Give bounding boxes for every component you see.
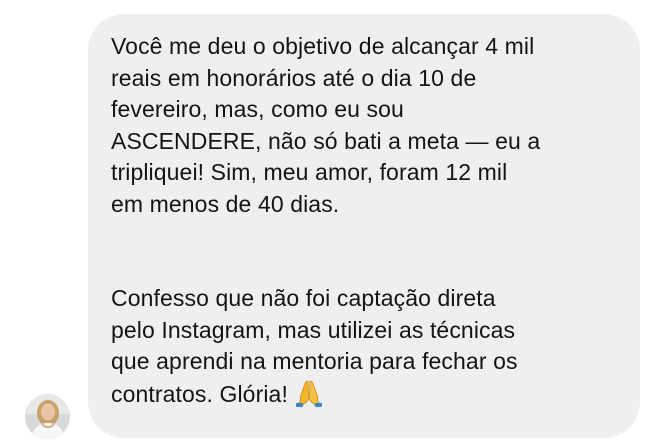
- avatar-photo-icon: [25, 394, 70, 439]
- message-paragraph-2: Confesso que não foi captação direta pel…: [111, 283, 610, 416]
- praying-hands-icon: [294, 378, 324, 417]
- message-paragraph: Você me deu o objetivo de alcançar 4 mil…: [111, 33, 541, 217]
- sender-avatar[interactable]: [25, 394, 70, 439]
- chat-view: Você me deu o objetivo de alcançar 4 mil…: [0, 0, 664, 448]
- message-bubble[interactable]: Você me deu o objetivo de alcançar 4 mil…: [88, 14, 640, 438]
